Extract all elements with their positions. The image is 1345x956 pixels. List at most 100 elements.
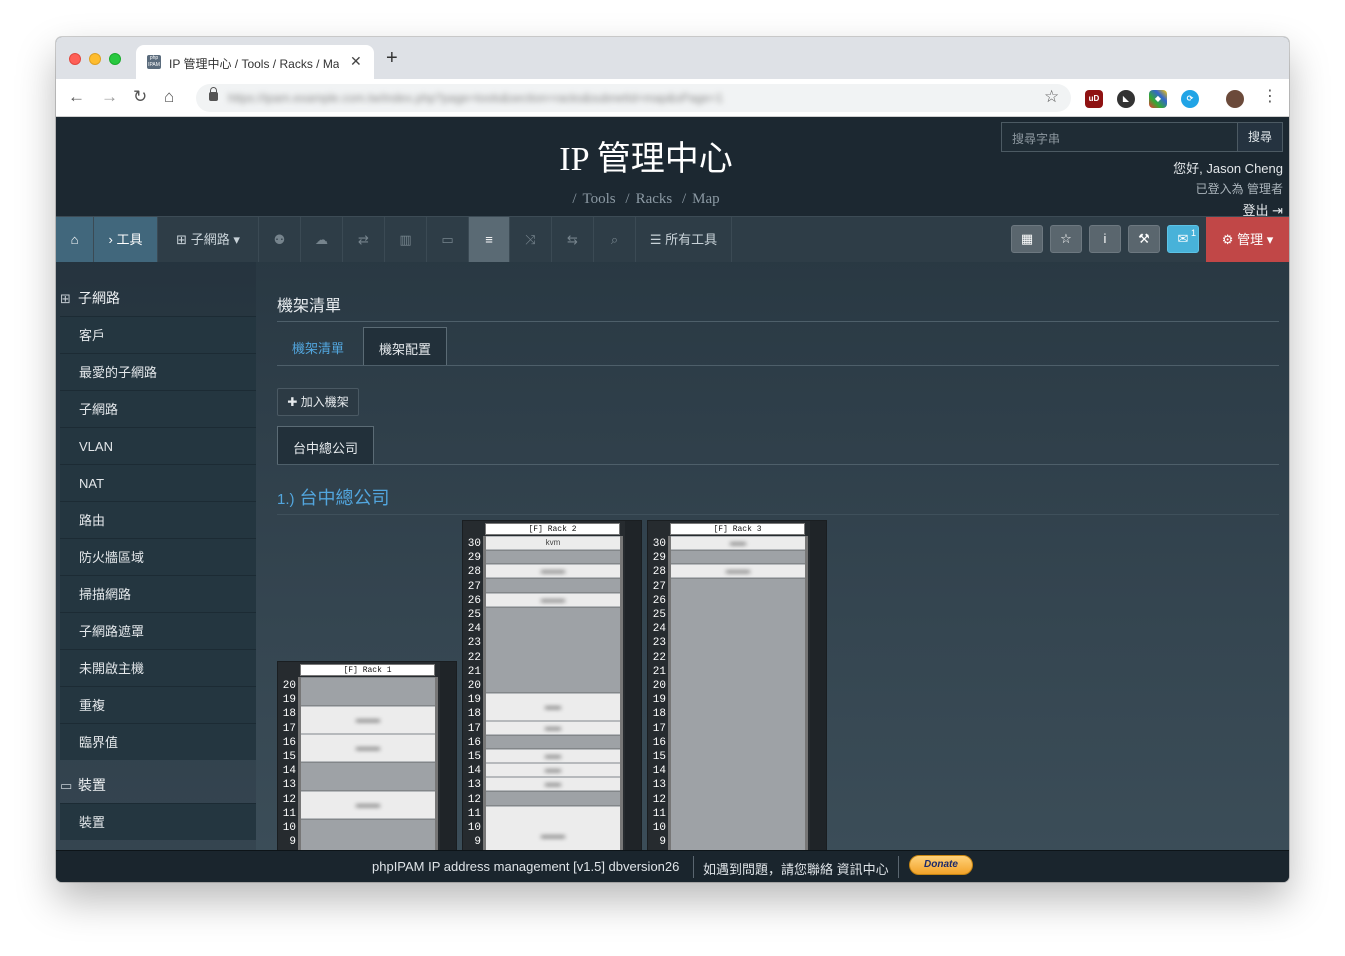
dashboard-button[interactable]: ▦ — [1011, 225, 1043, 253]
rack-body: ▬▬▬ ▬▬▬ ▬▬▬ — [298, 677, 438, 850]
device-label: ▬▬ — [545, 723, 561, 732]
search-button[interactable]: 搜尋 — [1237, 122, 1283, 152]
search-input[interactable]: 搜尋字串 — [1001, 122, 1238, 152]
add-rack-button[interactable]: ✚ 加入機架 — [277, 388, 359, 416]
sidebar-item-subnet-masks[interactable]: 子網路遮罩 — [60, 612, 256, 649]
rack-1[interactable]: [F] Rack 1 20 19 18 17 16 15 14 13 12 11 10 9 ▬▬▬ ▬… — [277, 661, 457, 850]
breadcrumb-item[interactable]: Racks — [636, 191, 673, 207]
rack-device[interactable]: ▬▬▬ — [671, 564, 805, 578]
mail-button[interactable]: ✉ 1 — [1167, 225, 1199, 253]
rack-device[interactable]: ▬▬ — [486, 693, 620, 721]
rack-device[interactable] — [671, 550, 805, 564]
profile-avatar[interactable] — [1226, 90, 1244, 108]
rack-2[interactable]: [F] Rack 2 30 29 28 27 26 25 24 23 22 21 20 19 18 17 1… — [462, 520, 642, 850]
rack-device[interactable] — [301, 762, 435, 791]
sidebar: ⊞ 子網路 客戶 最愛的子網路 子網路 VLAN NAT 路由 防火牆區域 掃描網… — [56, 262, 256, 850]
sidebar-item-firewall-zones[interactable]: 防火牆區域 — [60, 538, 256, 575]
rack-device[interactable] — [301, 819, 435, 850]
minimize-window-button[interactable] — [89, 53, 101, 65]
device-label: ▬▬ — [545, 765, 561, 774]
browser-tab-strip: php IPAM IP 管理中心 / Tools / Racks / Map ✕… — [56, 37, 1289, 79]
tools-menu-button[interactable]: › 工具 — [94, 217, 158, 262]
rack-device-kvm[interactable]: kvm — [486, 536, 620, 550]
bookmark-star-icon[interactable]: ☆ — [1044, 87, 1059, 107]
forward-icon[interactable]: → — [101, 88, 118, 106]
menu-icon[interactable]: ⋮ — [1262, 88, 1278, 106]
transfer-icon[interactable]: ⇆ — [552, 217, 594, 262]
back-icon[interactable]: ← — [68, 88, 85, 106]
exchange-icon[interactable]: ⇄ — [343, 217, 385, 262]
cloud-icon[interactable]: ☁ — [301, 217, 343, 262]
random-icon[interactable]: ⤨ — [510, 217, 552, 262]
location-number: 1.) — [277, 491, 295, 508]
donate-button[interactable]: Donate — [909, 855, 973, 875]
rack-device[interactable]: ▬▬▬ — [486, 564, 620, 578]
close-tab-icon[interactable]: ✕ — [350, 53, 362, 70]
rack-device[interactable] — [486, 607, 620, 693]
app-footer: phpIPAM IP address management [v1.5] dbv… — [56, 850, 1289, 882]
sidebar-item-subnets[interactable]: 子網路 — [60, 390, 256, 427]
rack-device[interactable]: ▬▬▬ — [486, 806, 620, 850]
sidebar-group-subnets: ⊞ 子網路 — [56, 281, 256, 316]
rack-device[interactable]: ▬▬ — [486, 777, 620, 791]
maximize-window-button[interactable] — [109, 53, 121, 65]
color-extension-icon[interactable]: ◆ — [1149, 90, 1167, 108]
sync-extension-icon[interactable]: ⟳ — [1181, 90, 1199, 108]
sidebar-item-customers[interactable]: 客戶 — [60, 316, 256, 353]
rack-unit-number: 20 — [467, 680, 481, 693]
home-icon[interactable]: ⌂ — [164, 88, 174, 106]
all-tools-button[interactable]: ☰ 所有工具 — [636, 217, 732, 262]
rack-device[interactable] — [486, 550, 620, 564]
sidebar-item-thresholds[interactable]: 臨界值 — [60, 723, 256, 760]
rack-device[interactable] — [486, 791, 620, 806]
breadcrumb-item[interactable]: Map — [692, 191, 720, 207]
rack-unit-number: 17 — [652, 722, 666, 735]
rack-device[interactable]: ▬▬ — [671, 536, 805, 550]
sidebar-item-vlan[interactable]: VLAN — [60, 427, 256, 464]
racks-list-icon[interactable]: ≡ — [469, 217, 510, 262]
rack-device[interactable] — [486, 735, 620, 749]
users-icon[interactable]: ⚉ — [259, 217, 301, 262]
sidebar-item-nat[interactable]: NAT — [60, 464, 256, 501]
new-tab-icon[interactable]: + — [386, 48, 398, 68]
tab-location[interactable]: 台中總公司 — [277, 426, 375, 464]
rack-device[interactable]: ▬▬ — [486, 749, 620, 763]
sidebar-item-devices[interactable]: 裝置 — [60, 803, 256, 840]
favourites-button[interactable]: ☆ — [1050, 225, 1082, 253]
rack-device[interactable] — [486, 578, 620, 593]
reload-icon[interactable]: ↻ — [133, 88, 147, 106]
sidebar-item-scan-networks[interactable]: 掃描網路 — [60, 575, 256, 612]
tab-rack-layout[interactable]: 機架配置 — [363, 327, 448, 365]
rack-3[interactable]: [F] Rack 3 30 29 28 27 26 25 24 23 22 21 20 19 18 17 1… — [647, 520, 827, 850]
browser-tab[interactable]: php IPAM IP 管理中心 / Tools / Racks / Map ✕ — [136, 45, 374, 79]
map-icon[interactable]: ▥ — [385, 217, 427, 262]
sidebar-item-inactive-hosts[interactable]: 未開啟主機 — [60, 649, 256, 686]
rack-device[interactable] — [671, 578, 805, 850]
info-button[interactable]: i — [1089, 225, 1121, 253]
close-window-button[interactable] — [69, 53, 81, 65]
address-bar[interactable]: https://ipam.example.com.tw/index.php?pa… — [196, 84, 1071, 112]
rack-device[interactable]: ▬▬▬ — [301, 791, 435, 819]
tab-rack-list[interactable]: 機架清單 — [277, 327, 359, 365]
rack-device[interactable] — [301, 677, 435, 706]
rack-device[interactable]: ▬▬ — [486, 763, 620, 777]
admin-dropdown[interactable]: ⚙ 管理 ▾ — [1206, 217, 1289, 262]
rack-device[interactable]: ▬▬▬ — [301, 706, 435, 734]
footer-help[interactable]: 如遇到問題，請您聯絡 資訊中心 — [703, 859, 889, 878]
rack-unit-number: 16 — [282, 736, 296, 749]
breadcrumb-item[interactable]: Tools — [583, 191, 616, 207]
extension-icon[interactable]: ◣ — [1117, 90, 1135, 108]
sidebar-item-routing[interactable]: 路由 — [60, 501, 256, 538]
rack-device[interactable]: ▬▬▬ — [301, 734, 435, 762]
home-menu-button[interactable]: ⌂ — [56, 217, 94, 262]
sidebar-item-favourite-subnets[interactable]: 最愛的子網路 — [60, 353, 256, 390]
subnets-dropdown[interactable]: ⊞ 子網路 ▾ — [158, 217, 259, 262]
ublock-icon[interactable]: uD — [1085, 90, 1103, 108]
tools-wrench-button[interactable]: ⚒ — [1128, 225, 1160, 253]
desktop-icon[interactable]: ▭ — [427, 217, 469, 262]
rack-device[interactable]: ▬▬ — [486, 721, 620, 735]
search-icon[interactable]: ⌕ — [594, 217, 636, 262]
main-content: 機架清單 機架清單 機架配置 ✚ 加入機架 台中總公司 1.) 台中總公司 [F… — [257, 262, 1289, 850]
rack-device[interactable]: ▬▬▬ — [486, 593, 620, 607]
sidebar-item-duplicates[interactable]: 重複 — [60, 686, 256, 723]
